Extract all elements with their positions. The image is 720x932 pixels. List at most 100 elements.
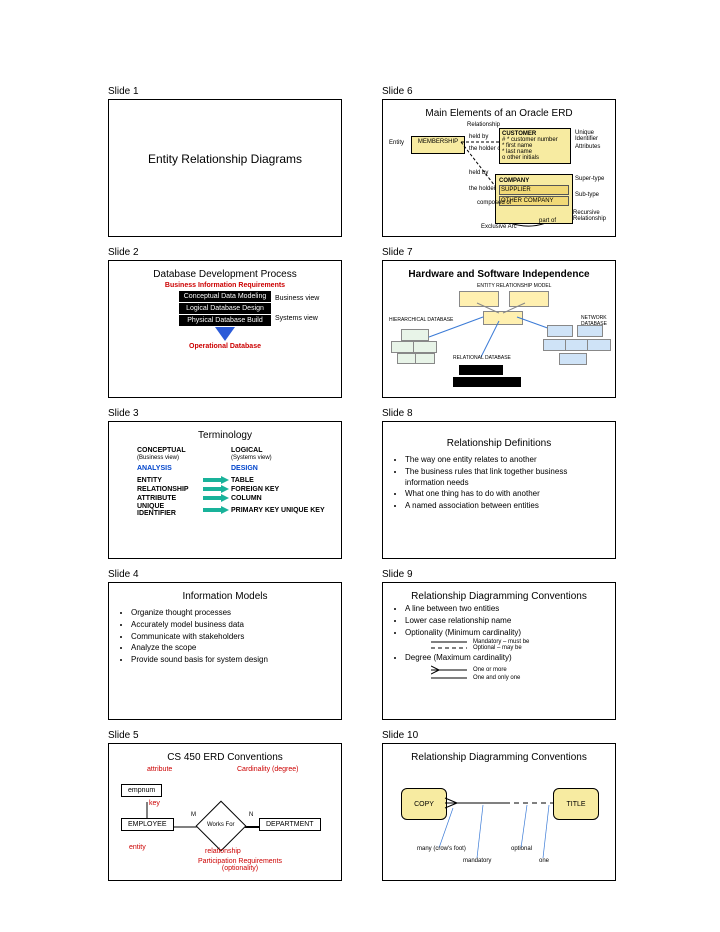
- down-arrow-icon: [215, 327, 235, 341]
- term-head-l: CONCEPTUAL: [137, 447, 186, 454]
- one-label: One and only one: [473, 675, 520, 681]
- many-label: many (crow's foot): [417, 846, 466, 852]
- slide-body: Main Elements of an Oracle ERD Relations…: [382, 99, 616, 237]
- empnum-oval: empnum: [121, 784, 162, 797]
- slide-5: Slide 5 CS 450 ERD Conventions attribute…: [108, 730, 342, 881]
- page: Slide 1 Entity Relationship Diagrams Sli…: [0, 0, 720, 932]
- many-label: One or more: [473, 667, 507, 673]
- bullet: A named association between entities: [405, 501, 607, 512]
- participation-label: Participation Requirements (optionality): [185, 858, 295, 872]
- key-label: key: [149, 800, 160, 807]
- term-l: ATTRIBUTE: [137, 495, 201, 502]
- department-box: DEPARTMENT: [259, 818, 321, 831]
- bullet: Accurately model business data: [131, 620, 333, 631]
- attribute-label: attribute: [147, 766, 172, 773]
- term-analysis: ANALYSIS: [137, 465, 201, 472]
- slide-7: Slide 7 Hardware and Software Independen…: [382, 247, 616, 398]
- mandatory-label: mandatory: [463, 858, 491, 864]
- entity-label: entity: [129, 844, 146, 851]
- db-box: [559, 353, 587, 365]
- db-box: [565, 339, 589, 351]
- slide-2: Slide 2 Database Development Process Bus…: [108, 247, 342, 398]
- side-label: Business view: [275, 295, 319, 302]
- works-for-label: Works For: [207, 822, 235, 828]
- slide-body: Information Models Organize thought proc…: [108, 582, 342, 720]
- label-sub: Sub-type: [575, 192, 599, 198]
- term-r: TABLE: [231, 477, 254, 484]
- slide-label: Slide 8: [382, 408, 616, 419]
- biz-req-label: Business Information Requirements: [117, 282, 333, 289]
- cardinality-label: Cardinality (degree): [237, 766, 298, 773]
- customer-box: CUSTOMER # * customer number * first nam…: [499, 128, 571, 164]
- slide-label: Slide 3: [108, 408, 342, 419]
- column-right: Slide 6 Main Elements of an Oracle ERD R…: [382, 86, 616, 881]
- employee-box: EMPLOYEE: [121, 818, 174, 831]
- rel-table: [453, 377, 487, 387]
- db-box: [587, 339, 611, 351]
- db-box: [577, 325, 603, 337]
- bullet: Organize thought processes: [131, 608, 333, 619]
- slide-title: Relationship Diagramming Conventions: [391, 591, 607, 602]
- company-box: COMPANY SUPPLIER OTHER COMPANY: [495, 174, 573, 224]
- column-left: Slide 1 Entity Relationship Diagrams Sli…: [108, 86, 342, 881]
- label-attributes: Attributes: [575, 144, 600, 150]
- slide-body: Terminology CONCEPTUAL(Business view) LO…: [108, 421, 342, 559]
- bullet: Provide sound basis for system design: [131, 655, 333, 666]
- slide-3: Slide 3 Terminology CONCEPTUAL(Business …: [108, 408, 342, 559]
- bullet: The business rules that link together bu…: [405, 467, 607, 489]
- term-r: FOREIGN KEY: [231, 486, 279, 493]
- slide-label: Slide 6: [382, 86, 616, 97]
- label-recursive: Recursive Relationship: [573, 210, 615, 222]
- label-partof: part of: [539, 218, 556, 224]
- slide-body: CS 450 ERD Conventions attribute Cardina…: [108, 743, 342, 881]
- opt-label: Optional – may be: [473, 645, 522, 651]
- term-r: COLUMN: [231, 495, 262, 502]
- slide-title: Entity Relationship Diagrams: [117, 152, 333, 166]
- bullet: A line between two entities: [405, 604, 607, 615]
- term-design: DESIGN: [231, 465, 258, 472]
- slide-label: Slide 2: [108, 247, 342, 258]
- slide-body: Relationship Diagramming Conventions COP…: [382, 743, 616, 881]
- bullet-list: Organize thought processes Accurately mo…: [131, 608, 333, 666]
- bullet-list: The way one entity relates to another Th…: [405, 455, 607, 512]
- bullet: The way one entity relates to another: [405, 455, 607, 466]
- db-box: [415, 353, 435, 364]
- dashed-line-icon: [431, 645, 467, 651]
- label-unique: Unique Identifier: [575, 130, 615, 142]
- slide-label: Slide 1: [108, 86, 342, 97]
- bullet: What one thing has to do with another: [405, 489, 607, 500]
- term-sub-r: (Systems view): [231, 455, 272, 461]
- bullet: Lower case relationship name: [405, 616, 607, 627]
- arrow-right-icon: [203, 494, 229, 502]
- term-head-r: LOGICAL: [231, 447, 263, 454]
- slide-label: Slide 4: [108, 569, 342, 580]
- label-heldby2: held by: [469, 170, 488, 176]
- slide-10: Slide 10 Relationship Diagramming Conven…: [382, 730, 616, 881]
- label-super: Super-type: [575, 176, 604, 182]
- op-db-label: Operational Database: [117, 343, 333, 350]
- slide-label: Slide 9: [382, 569, 616, 580]
- rel-table: [487, 377, 521, 387]
- bullet: Analyze the scope: [131, 643, 333, 654]
- slide-body: Hardware and Software Independence ENTIT…: [382, 260, 616, 398]
- term-l: RELATIONSHIP: [137, 486, 201, 493]
- crowfoot-icon: [431, 665, 467, 675]
- supplier-box: SUPPLIER: [499, 185, 569, 195]
- arrow-right-icon: [203, 485, 229, 493]
- slide-body: Database Development Process Business In…: [108, 260, 342, 398]
- term-sub-l: (Business view): [137, 455, 179, 461]
- slide-9: Slide 9 Relationship Diagramming Convent…: [382, 569, 616, 720]
- slide-body: Relationship Diagramming Conventions A l…: [382, 582, 616, 720]
- process-box: Conceptual Data Modeling: [179, 291, 271, 302]
- one-label: one: [539, 858, 549, 864]
- slide-title: Information Models: [117, 591, 333, 602]
- term-l: UNIQUE IDENTIFIER: [137, 503, 201, 517]
- slide-body: Relationship Definitions The way one ent…: [382, 421, 616, 559]
- arrow-right-icon: [203, 506, 229, 514]
- company-title: COMPANY: [499, 178, 569, 184]
- rel-table: [459, 365, 503, 375]
- one-line-icon: [431, 675, 467, 681]
- process-box: Logical Database Design: [179, 303, 271, 314]
- slide-title: Terminology: [117, 430, 333, 441]
- bullet-list: Degree (Maximum cardinality): [405, 653, 607, 664]
